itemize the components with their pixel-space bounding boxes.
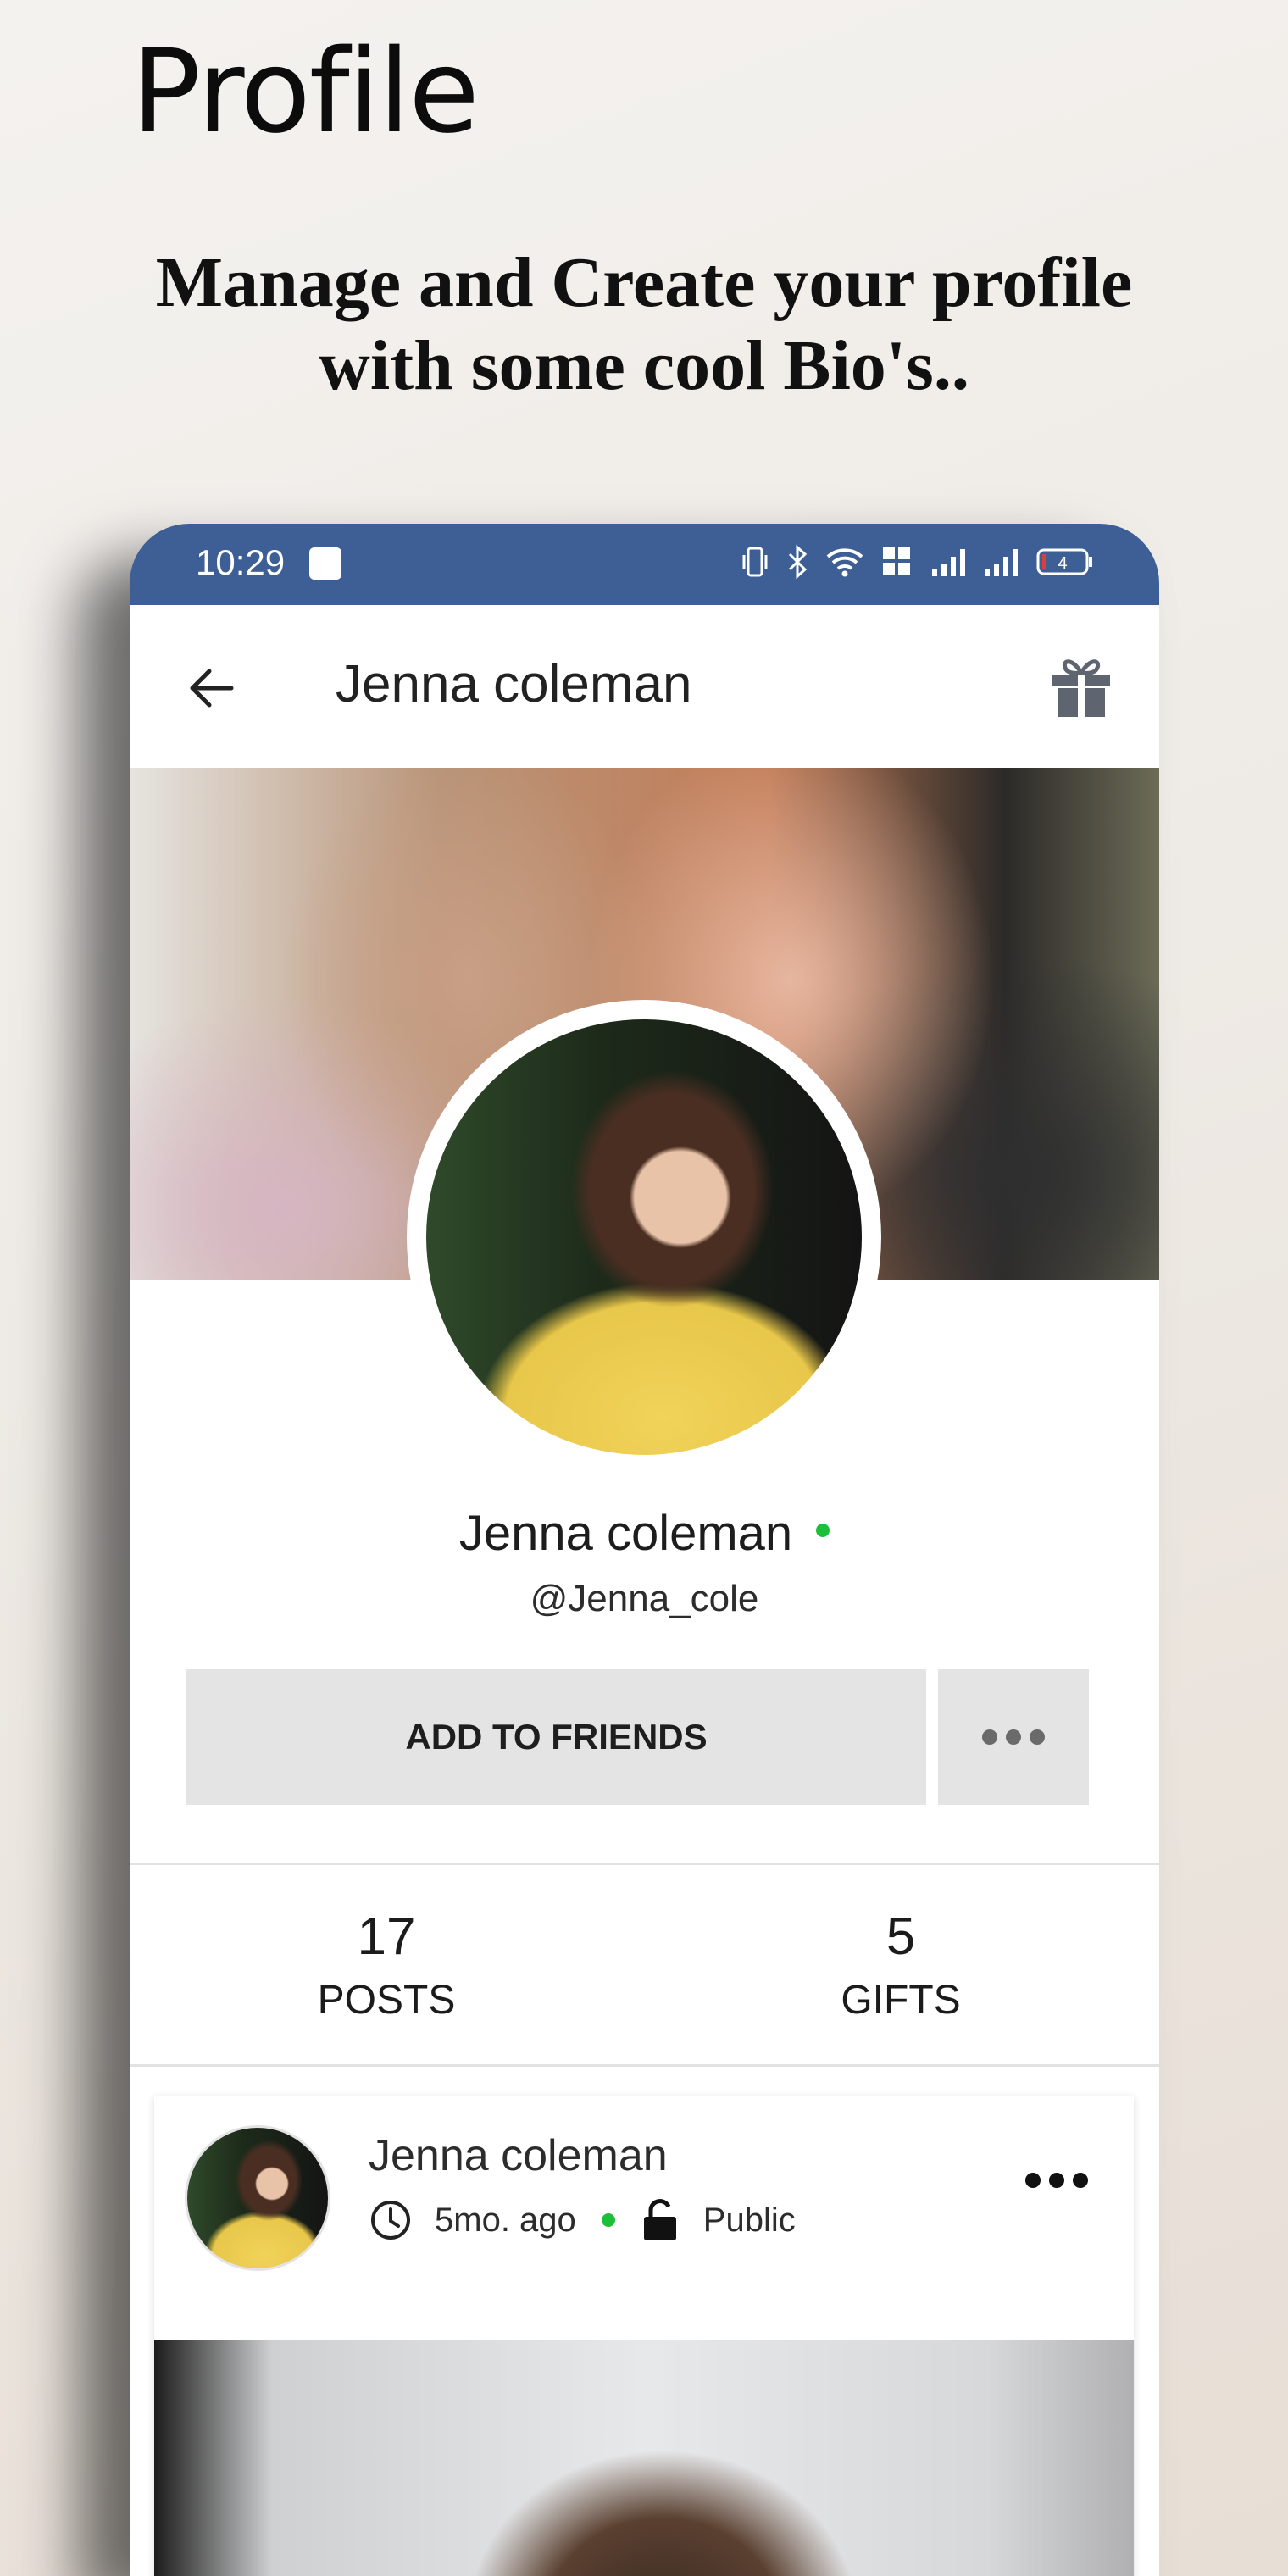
status-icons: 4 [741,544,1093,580]
wifi-icon [826,548,863,577]
status-time: 10:29 [196,542,286,582]
stat-posts-value: 17 [357,1907,416,1966]
vibrate-icon [742,547,768,577]
promo-title: Profile [131,25,480,159]
stat-posts-label: POSTS [317,1978,456,2023]
unlock-icon [643,2199,676,2240]
add-to-friends-label: ADD TO FRIENDS [405,1717,708,1757]
stat-gifts-label: GIFTS [841,1978,961,2023]
signal-icon [985,549,1018,576]
post-author-name[interactable]: Jenna coleman [369,2130,668,2181]
promo-subtitle-line-2: with some cool Bio's.. [319,326,969,405]
online-status-dot [816,1523,830,1537]
more-horizontal-icon [982,1729,1045,1745]
divider [130,2064,1159,2067]
page-title: Jenna coleman [336,655,692,713]
post-author-avatar[interactable] [185,2125,330,2271]
volte-icon [883,547,910,575]
post-time: 5mo. ago [435,2201,576,2239]
post-card: Jenna coleman 5mo. ago Public [154,2096,1134,2576]
post-meta: 5mo. ago Public [369,2198,796,2242]
stat-gifts-value: 5 [886,1907,916,1966]
battery-level: 4 [1058,554,1067,573]
profile-avatar-ring [407,1000,881,1474]
gift-icon[interactable] [1046,649,1117,720]
clock-icon [371,2201,410,2240]
post-more-icon[interactable] [1024,2168,1090,2193]
profile-name: Jenna coleman [458,1506,793,1561]
signal-icon [932,549,965,576]
divider [130,1863,1159,1865]
profile-name-row: Jenna coleman [130,1505,1159,1562]
profile-more-button[interactable] [938,1669,1089,1805]
profile-handle: @Jenna_cole [530,1578,759,1619]
app-bar: Jenna coleman [130,605,1159,768]
profile-avatar[interactable] [426,1019,862,1455]
battery-icon: 4 [1036,548,1092,575]
back-arrow-icon[interactable] [180,654,248,722]
phone-screen: 10:29 4 Jenna coleman Jenna coleman @Jen… [130,524,1159,2576]
post-image[interactable] [154,2340,1134,2576]
promo-subtitle: Manage and Create your profile with some… [0,242,1288,408]
promo-subtitle-line-1: Manage and Create your profile [155,243,1133,322]
stat-gifts[interactable]: 5 GIFTS [765,1907,1036,2024]
status-bar: 10:29 4 [130,524,1159,605]
stat-posts[interactable]: 17 POSTS [251,1907,522,2024]
bluetooth-icon [788,544,808,580]
post-privacy: Public [702,2201,796,2239]
post-status-dot [601,2213,615,2227]
add-to-friends-button[interactable]: ADD TO FRIENDS [186,1669,926,1805]
app-notification-icon [309,547,341,580]
